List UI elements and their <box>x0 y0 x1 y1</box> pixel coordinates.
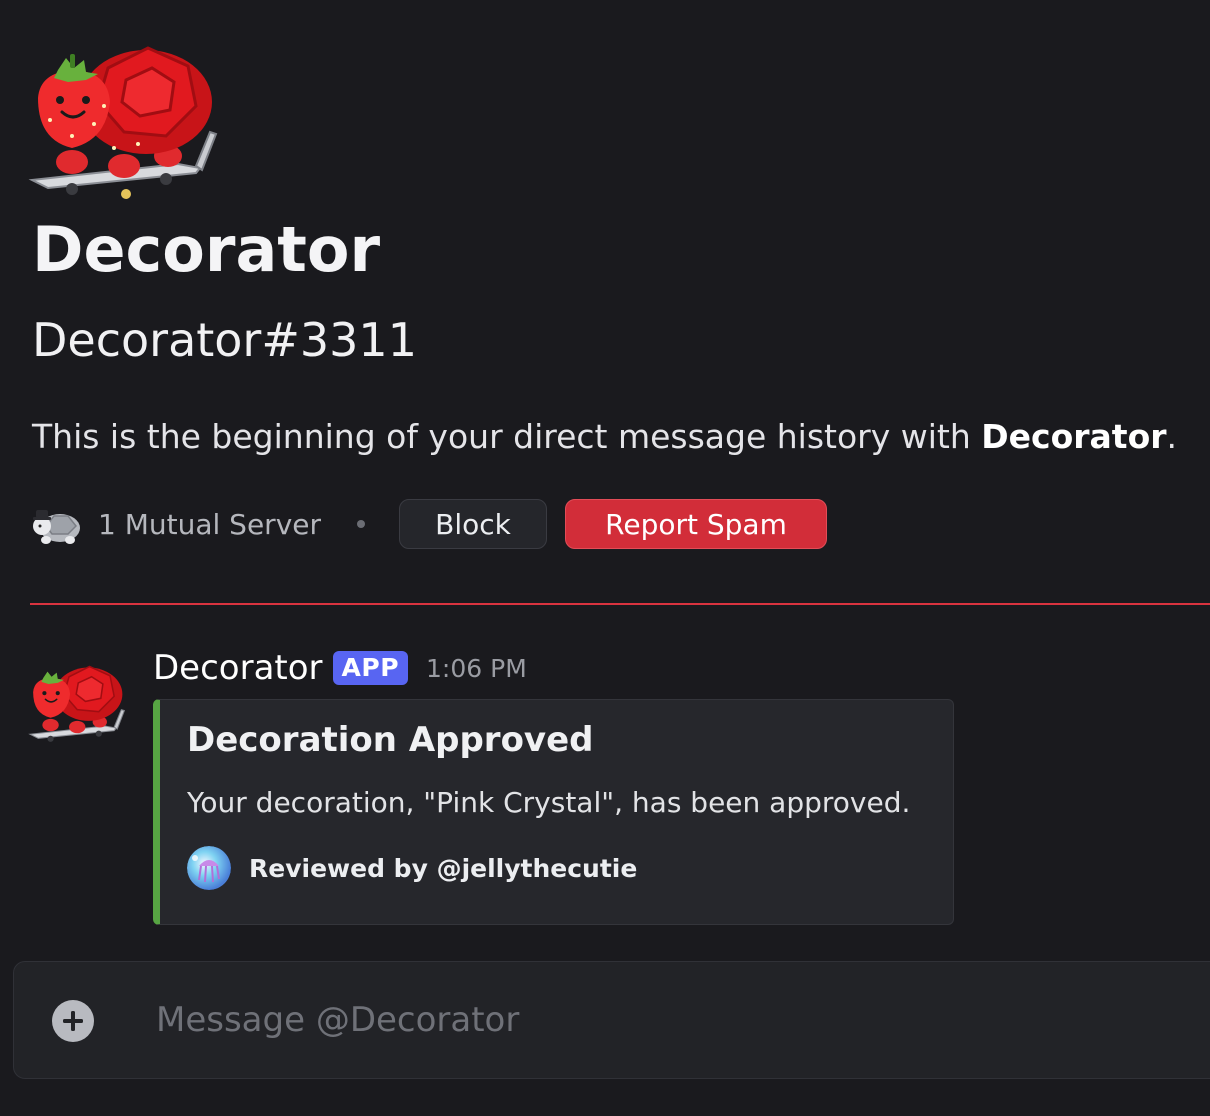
plus-icon <box>63 1011 83 1031</box>
message-embed: Decoration Approved Your decoration, "Pi… <box>153 699 954 925</box>
embed-footer: Reviewed by @jellythecutie <box>187 846 637 890</box>
embed-footer-text: Reviewed by @jellythecutie <box>249 853 638 883</box>
mutual-server-icon[interactable] <box>30 500 84 548</box>
message-header: Decorator APP 1:06 PM <box>153 646 527 690</box>
intro-prefix: This is the beginning of your direct mes… <box>32 417 982 456</box>
message-author-name[interactable]: Decorator <box>153 648 323 688</box>
message-composer <box>13 961 1210 1079</box>
message-timestamp: 1:06 PM <box>426 653 527 683</box>
profile-actions-row: 1 Mutual Server Block Report Spam <box>30 496 828 552</box>
reviewer-avatar-icon <box>187 846 231 890</box>
embed-description: Your decoration, "Pink Crystal", has bee… <box>187 786 911 819</box>
separator-dot <box>357 520 366 528</box>
block-button[interactable]: Block <box>399 499 548 549</box>
message-author-avatar[interactable] <box>28 662 128 750</box>
mutual-servers-link[interactable]: 1 Mutual Server <box>98 508 321 541</box>
add-attachment-button[interactable] <box>52 1000 94 1042</box>
profile-username: Decorator#3311 <box>32 313 417 367</box>
profile-display-name: Decorator <box>32 213 381 286</box>
dm-page: Decorator Decorator#3311 This is the beg… <box>0 0 1210 1116</box>
profile-avatar[interactable] <box>28 40 223 210</box>
embed-title: Decoration Approved <box>187 720 594 760</box>
new-messages-divider <box>30 603 1210 605</box>
message-input[interactable] <box>154 986 1158 1054</box>
dm-intro-text: This is the beginning of your direct mes… <box>32 414 1177 460</box>
report-spam-button[interactable]: Report Spam <box>565 499 828 549</box>
intro-name: Decorator <box>981 417 1167 456</box>
app-badge: APP <box>332 651 409 685</box>
intro-suffix: . <box>1166 417 1178 456</box>
